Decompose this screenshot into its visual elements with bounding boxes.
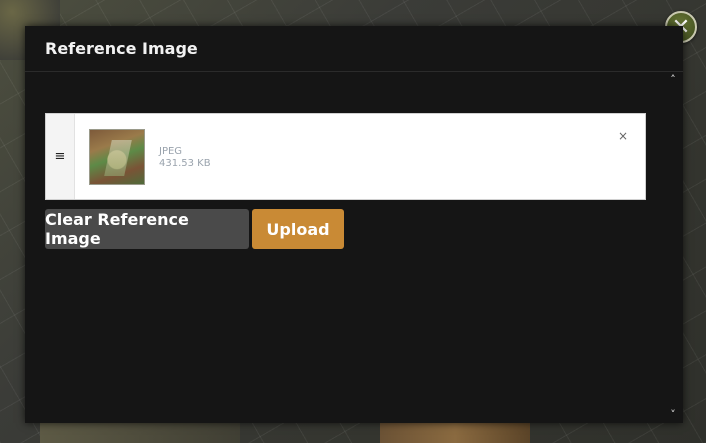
scroll-down-icon[interactable]: ˅ [668,409,678,420]
uploaded-file-row: ≡ JPEG 431.53 KB × [45,113,646,200]
background-object [380,421,530,443]
drag-handle-icon[interactable]: ≡ [46,114,75,199]
image-thumbnail [89,129,145,185]
clear-reference-image-button[interactable]: Clear Reference Image [45,209,249,249]
upload-button[interactable]: Upload [252,209,344,249]
remove-file-icon[interactable]: × [618,129,628,143]
file-type: JPEG [159,146,183,157]
modal-title: Reference Image [45,39,198,58]
modal-header: Reference Image [25,26,683,72]
file-size: 431.53 KB [159,158,211,169]
scroll-up-icon[interactable]: ˄ [668,74,678,85]
reference-image-modal: Reference Image ˄ ≡ JPEG 431.53 KB × Cle… [25,26,683,423]
